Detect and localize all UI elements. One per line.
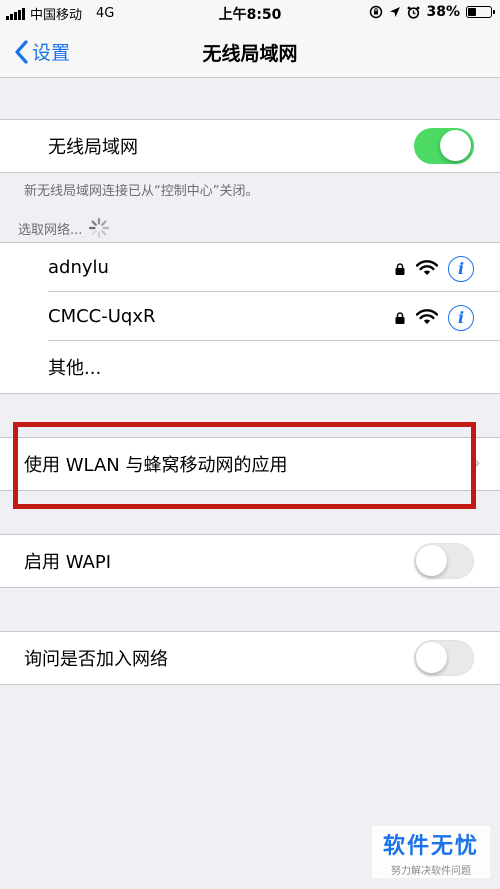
info-button[interactable]: i [448, 256, 474, 282]
highlight-box [13, 422, 476, 509]
ask-join-label: 询问是否加入网络 [24, 649, 168, 670]
watermark: 软件无忧 努力解决软件问题 [372, 826, 490, 878]
ask-join-toggle[interactable] [414, 640, 474, 676]
spinner-icon [89, 217, 110, 239]
lock-icon [395, 263, 405, 275]
toggle-knob [416, 642, 447, 673]
other-network-label: 其他... [48, 358, 102, 379]
alarm-icon [408, 6, 420, 19]
ask-join-row: 询问是否加入网络 [0, 632, 500, 684]
page-title: 无线局域网 [202, 43, 298, 65]
wapi-label: 启用 WAPI [24, 552, 112, 573]
wapi-row: 启用 WAPI [0, 535, 500, 587]
wifi-signal-icon [416, 309, 438, 324]
lock-icon [395, 312, 405, 324]
battery-percent: 38% [426, 4, 460, 20]
wapi-group: 启用 WAPI [0, 534, 500, 588]
wlan-row: 无线局域网 [0, 120, 500, 172]
nav-bar: 设置 无线局域网 [0, 26, 500, 78]
battery-fill [468, 8, 477, 16]
battery-icon [466, 6, 495, 18]
location-icon [390, 7, 401, 17]
toggle-knob [416, 545, 447, 576]
info-button[interactable]: i [448, 305, 474, 331]
wlan-group: 无线局域网 [0, 119, 500, 173]
network-name: adnylu [48, 257, 109, 278]
rotation-lock-icon [370, 5, 383, 19]
status-bar: 中国移动 4G 上午8:50 38% [0, 0, 500, 26]
networks-header-label: 选取网络... [18, 222, 83, 238]
network-row-adnylu[interactable]: adnylu i [0, 243, 500, 292]
ask-join-group: 询问是否加入网络 [0, 631, 500, 685]
wapi-toggle[interactable] [414, 543, 474, 579]
wlan-label: 无线局域网 [48, 137, 138, 158]
status-right: 38% [369, 4, 495, 20]
watermark-title: 软件无忧 [382, 834, 479, 859]
toggle-knob [440, 130, 471, 161]
networks-header: 选取网络... [18, 217, 110, 239]
network-name: CMCC-UqxR [48, 306, 156, 327]
wlan-toggle[interactable] [414, 128, 474, 164]
network-row-other[interactable]: 其他... [0, 341, 500, 393]
wlan-footnote: 新无线局域网连接已从“控制中心”关闭。 [24, 184, 259, 199]
network-row-cmcc[interactable]: CMCC-UqxR i [0, 292, 500, 341]
wifi-signal-icon [416, 260, 438, 275]
networks-group: adnylu i CMCC-UqxR i 其他... [0, 242, 500, 394]
watermark-subtitle: 努力解决软件问题 [391, 866, 471, 877]
